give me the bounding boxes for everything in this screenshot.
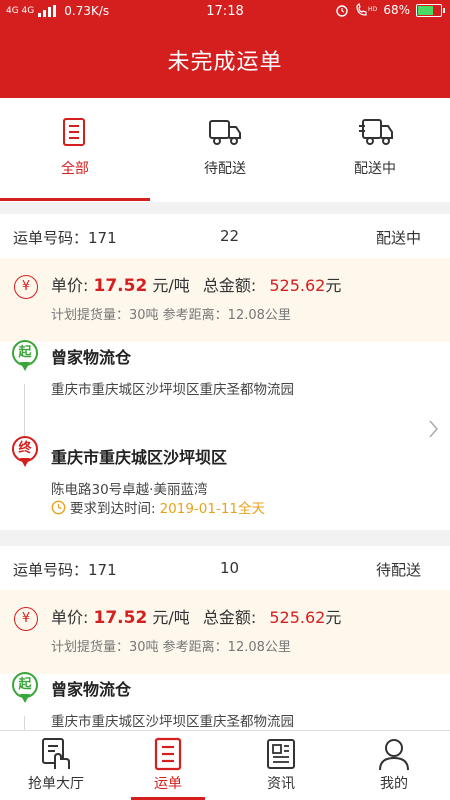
- price-line: 单价: 17.52 元/吨 总金额: 525.62元: [51, 272, 341, 296]
- route-connector: [24, 716, 25, 730]
- user-icon: [379, 739, 409, 771]
- chevron-right-icon[interactable]: [428, 420, 438, 438]
- tab-all[interactable]: 全部: [0, 98, 150, 202]
- order-status: 待配送: [375, 561, 421, 579]
- order-card[interactable]: 运单号码：171 10 待配送 ¥ 单价: 17.52 元/吨 总金额: 525…: [0, 546, 450, 730]
- tab-active-underline: [0, 198, 150, 201]
- nav-waybill-label: 运单: [154, 776, 182, 792]
- nav-mine[interactable]: 我的: [338, 731, 450, 800]
- total-value: 525.62: [269, 276, 326, 295]
- price-line: 单价: 17.52 元/吨 总金额: 525.62元: [51, 604, 341, 628]
- price-panel: ¥ 单价: 17.52 元/吨 总金额: 525.62元 计划提货量：30吨 参…: [0, 258, 450, 342]
- start-pin-icon: 起: [12, 340, 38, 374]
- tab-pending-label: 待配送: [204, 161, 246, 177]
- app-header: 4G 4G 0.73K/s 17:18 HD 68% 未完成运单: [0, 0, 450, 98]
- battery-text: 68%: [383, 3, 410, 17]
- nav-mine-label: 我的: [380, 776, 408, 792]
- origin-address: 重庆市重庆城区沙坪坝区重庆圣都物流园: [51, 714, 294, 730]
- unit-price-unit: 元/吨: [152, 276, 190, 295]
- total-unit: 元: [325, 608, 342, 627]
- yen-icon: ¥: [14, 275, 38, 299]
- hd-call-icon: HD: [356, 3, 377, 16]
- page-title: 未完成运单: [167, 50, 283, 75]
- origin-name: 曾家物流仓: [51, 348, 132, 367]
- unit-price-label: 单价:: [51, 608, 89, 627]
- plan-info: 计划提货量：30吨 参考距离：12.08公里: [51, 640, 291, 655]
- tab-delivering-label: 配送中: [354, 161, 396, 177]
- destination-name: 重庆市重庆城区沙坪坝区: [51, 448, 228, 467]
- origin-name: 曾家物流仓: [51, 680, 132, 699]
- fast-truck-icon: [359, 119, 393, 145]
- end-pin-icon: 终: [12, 436, 38, 470]
- battery-icon: [416, 3, 445, 17]
- total-unit: 元: [325, 276, 342, 295]
- yen-icon: ¥: [14, 607, 38, 631]
- nav-news-label: 资讯: [267, 776, 295, 792]
- waybill-icon: [154, 737, 182, 771]
- tab-delivering[interactable]: 配送中: [300, 98, 450, 202]
- alarm-icon: [336, 5, 349, 17]
- deadline-row: 要求到达时间: 2019-01-11全天: [51, 497, 265, 517]
- unit-price-unit: 元/吨: [152, 608, 190, 627]
- nav-waybill[interactable]: 运单: [112, 731, 224, 800]
- tab-pending[interactable]: 待配送: [150, 98, 300, 202]
- deadline-label: 要求到达时间:: [70, 501, 156, 517]
- list-doc-icon: [63, 118, 85, 146]
- unit-price-label: 单价:: [51, 276, 89, 295]
- destination-address: 陈电路30号卓越·美丽蓝湾: [51, 482, 208, 498]
- order-header: 运单号码：171 10 待配送: [0, 546, 450, 590]
- nav-grab-order-label: 抢单大厅: [28, 776, 84, 792]
- grab-order-icon: [42, 738, 70, 769]
- total-label: 总金额:: [202, 276, 257, 295]
- status-bar: 4G 4G 0.73K/s 17:18 HD 68%: [0, 0, 450, 24]
- nav-news[interactable]: 资讯: [225, 731, 337, 800]
- deadline-date: 2019-01-11全天: [159, 501, 266, 517]
- total-value: 525.62: [269, 608, 326, 627]
- order-number: 运单号码：171: [13, 229, 117, 247]
- start-pin-icon: 起: [12, 672, 38, 706]
- route-connector: [24, 384, 25, 444]
- nav-grab-order[interactable]: 抢单大厅: [0, 731, 112, 800]
- unit-price-value: 17.52: [93, 608, 148, 628]
- order-number: 运单号码：171: [13, 561, 117, 579]
- total-label: 总金额:: [202, 608, 257, 627]
- price-panel: ¥ 单价: 17.52 元/吨 总金额: 525.62元 计划提货量：30吨 参…: [0, 590, 450, 674]
- clock-icon: [51, 500, 66, 514]
- order-status: 配送中: [375, 229, 421, 247]
- order-header: 运单号码：171 22 配送中: [0, 214, 450, 258]
- unit-price-value: 17.52: [93, 276, 148, 296]
- order-number-suffix: 22: [220, 227, 240, 245]
- bottom-nav: 抢单大厅 运单 资讯 我的: [0, 730, 450, 800]
- plan-info: 计划提货量：30吨 参考距离：12.08公里: [51, 308, 291, 323]
- news-icon: [267, 739, 295, 769]
- svg-text:HD: HD: [368, 6, 377, 13]
- order-number-suffix: 10: [220, 559, 240, 577]
- order-card[interactable]: 运单号码：171 22 配送中 ¥ 单价: 17.52 元/吨 总金额: 525…: [0, 214, 450, 530]
- status-tabs: 全部 待配送 配送中: [0, 98, 450, 202]
- truck-icon: [209, 120, 241, 145]
- tab-all-label: 全部: [61, 161, 89, 177]
- origin-address: 重庆市重庆城区沙坪坝区重庆圣都物流园: [51, 382, 294, 398]
